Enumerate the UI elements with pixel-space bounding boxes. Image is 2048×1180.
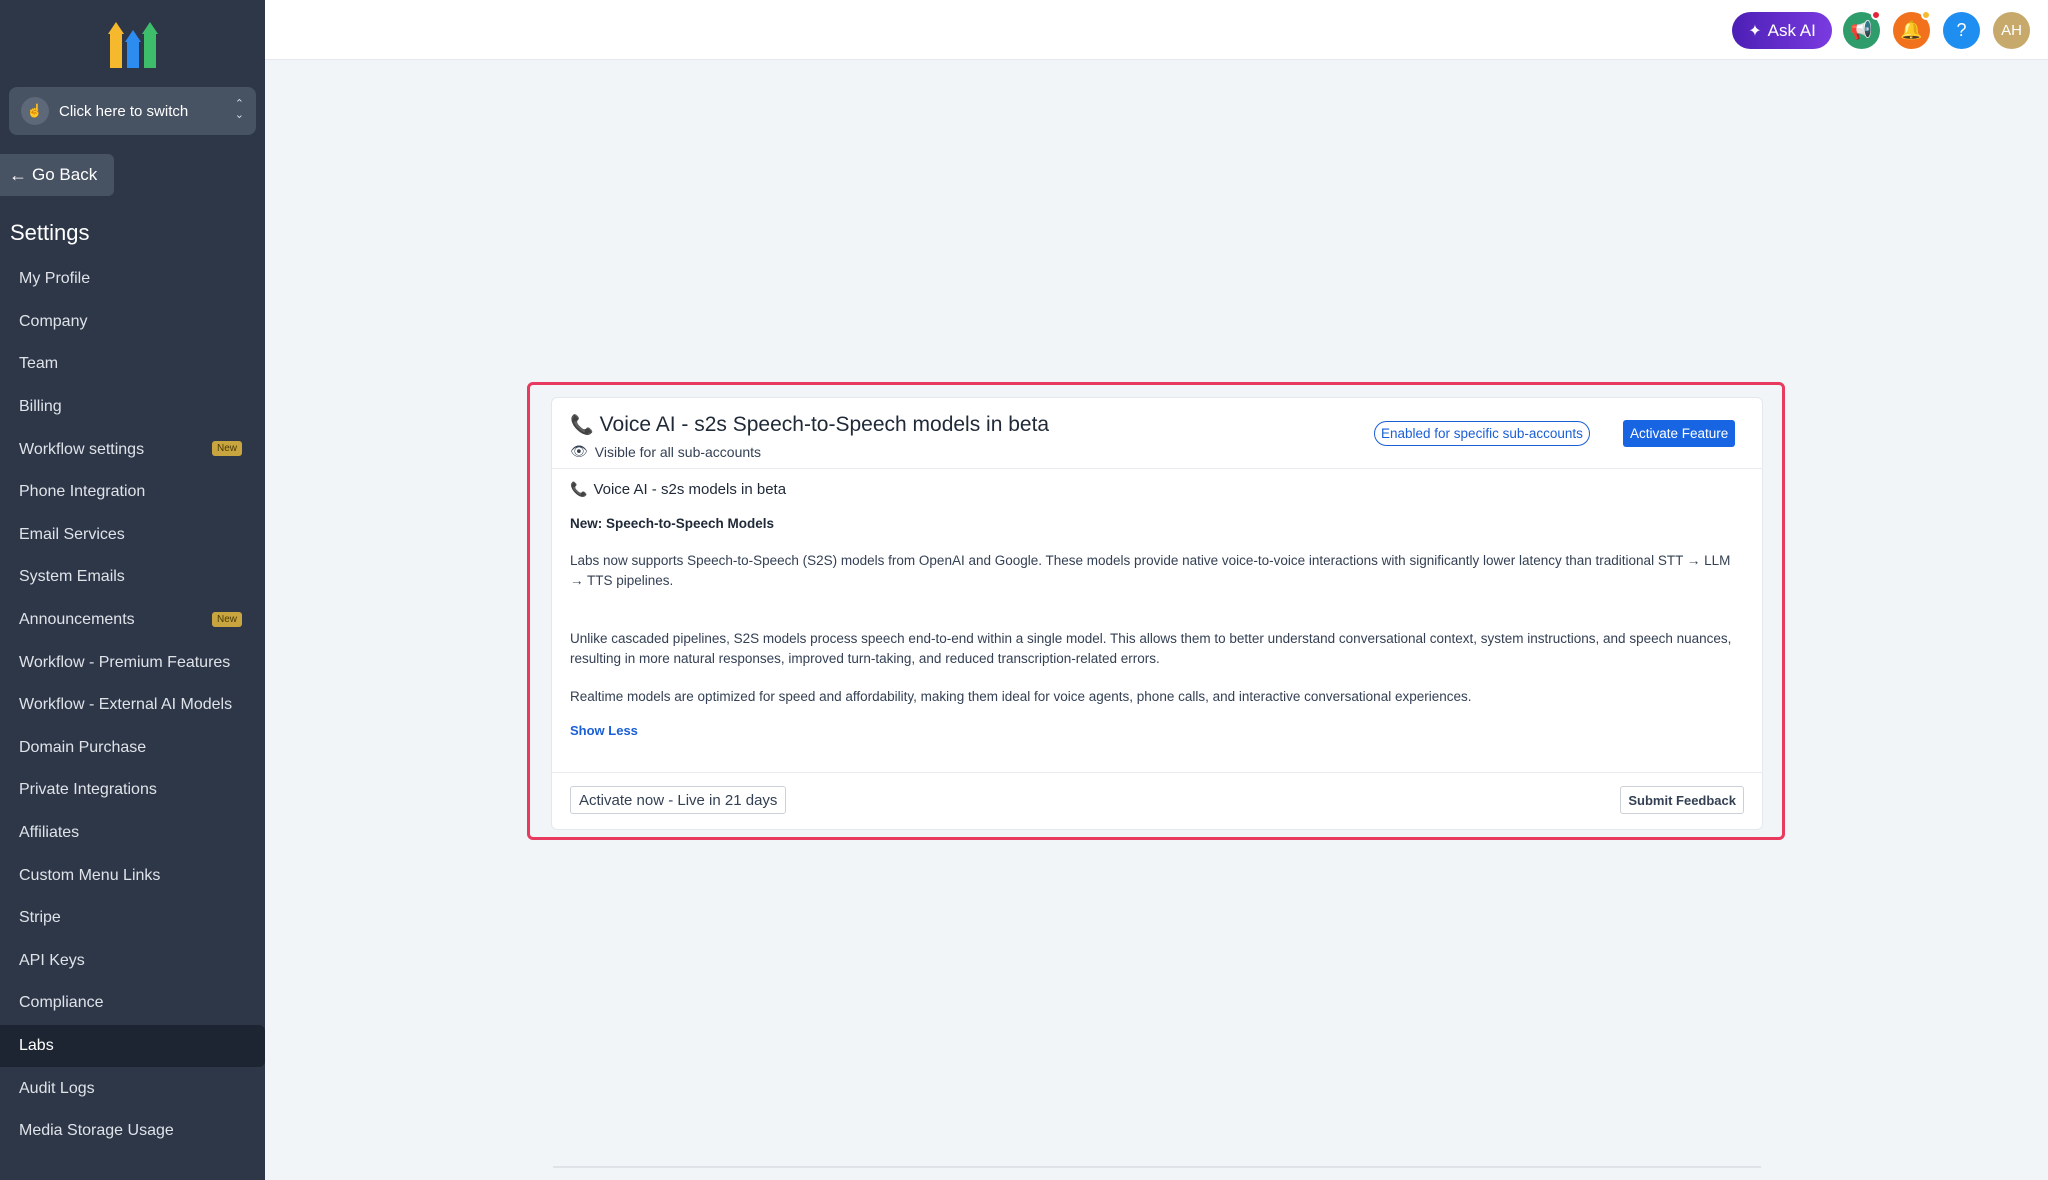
account-switcher[interactable]: ☝ Click here to switch ⌃ ⌄: [9, 87, 256, 135]
ask-ai-button[interactable]: ✦ Ask AI: [1732, 12, 1832, 49]
sidebar-item-label: Billing: [19, 398, 62, 416]
sidebar-item-label: Team: [19, 355, 59, 373]
settings-nav: My Profile Company Team Billing Workflow…: [0, 258, 265, 1152]
sidebar-item-label: Custom Menu Links: [19, 866, 161, 884]
sidebar-item-label: Announcements: [19, 611, 135, 629]
sidebar-item-label: Domain Purchase: [19, 738, 147, 756]
eye-icon: 👁: [570, 443, 588, 459]
sidebar-item-api-keys[interactable]: API Keys: [0, 940, 265, 983]
sidebar-item-company[interactable]: Company: [0, 301, 265, 344]
sidebar-item-label: API Keys: [19, 951, 85, 969]
divider: [553, 1166, 1761, 1168]
visibility-status: 👁 Visible for all sub-accounts: [570, 443, 761, 460]
sidebar-item-label: Media Storage Usage: [19, 1122, 174, 1140]
settings-title: Settings: [10, 220, 90, 245]
avatar-initials: AH: [2001, 22, 2022, 39]
sidebar-item-label: Workflow settings: [19, 440, 145, 458]
submit-feedback-button[interactable]: Submit Feedback: [1620, 786, 1744, 814]
sidebar-item-label: Workflow - External AI Models: [19, 696, 233, 714]
phone-icon: 📞: [570, 481, 588, 497]
sidebar-item-labs[interactable]: Labs: [0, 1024, 265, 1068]
card-header: 📞 Voice AI - s2s Speech-to-Speech models…: [552, 398, 1762, 469]
chevron-up-down-icon: ⌃ ⌄: [234, 98, 244, 121]
sidebar-item-label: Phone Integration: [19, 483, 146, 501]
sidebar-item-billing[interactable]: Billing: [0, 386, 265, 429]
sparkle-icon: ✦: [1748, 22, 1762, 40]
new-badge: New: [212, 441, 243, 457]
activate-now-button[interactable]: Activate now - Live in 21 days: [570, 786, 787, 814]
sidebar-item-label: System Emails: [19, 568, 125, 586]
feature-paragraph-3: Realtime models are optimized for speed …: [570, 689, 1472, 704]
card-footer: Activate now - Live in 21 days Submit Fe…: [552, 772, 1762, 830]
new-badge: New: [212, 611, 243, 627]
sidebar: ☝ Click here to switch ⌃ ⌄ ← Go Back Sett…: [0, 0, 265, 1180]
sidebar-item-email-services[interactable]: Email Services: [0, 514, 265, 557]
sidebar-item-label: My Profile: [19, 270, 91, 288]
visibility-text: Visible for all sub-accounts: [594, 443, 762, 460]
sidebar-item-label: Private Integrations: [19, 781, 157, 799]
feature-subtitle: 📞 Voice AI - s2s models in beta: [570, 481, 786, 498]
sidebar-item-private-integrations[interactable]: Private Integrations: [0, 769, 265, 812]
sidebar-item-label: Affiliates: [19, 824, 80, 842]
labs-feature-card: 📞 Voice AI - s2s Speech-to-Speech models…: [551, 397, 1763, 830]
sidebar-item-stripe[interactable]: Stripe: [0, 897, 265, 940]
sidebar-item-label: Compliance: [19, 994, 104, 1012]
sidebar-item-label: Workflow - Premium Features: [19, 653, 231, 671]
pointer-icon: ☝: [21, 97, 49, 125]
user-avatar[interactable]: AH: [1993, 12, 2030, 49]
help-button[interactable]: ?: [1943, 12, 1980, 49]
bell-icon: 🔔: [1900, 20, 1923, 40]
sidebar-item-custom-menu-links[interactable]: Custom Menu Links: [0, 854, 265, 897]
sidebar-item-label: Stripe: [19, 909, 61, 927]
sidebar-item-my-profile[interactable]: My Profile: [0, 258, 265, 301]
phone-icon: 📞: [570, 415, 594, 436]
show-less-link[interactable]: Show Less: [570, 723, 638, 738]
feature-title-text: Voice AI - s2s Speech-to-Speech models i…: [599, 413, 1050, 436]
feature-title: 📞 Voice AI - s2s Speech-to-Speech models…: [570, 413, 1049, 437]
sidebar-item-media-storage-usage[interactable]: Media Storage Usage: [0, 1110, 265, 1153]
activate-feature-button[interactable]: Activate Feature: [1623, 420, 1736, 447]
sidebar-item-label: Email Services: [19, 525, 125, 543]
sidebar-item-workflow-premium-features[interactable]: Workflow - Premium Features: [0, 641, 265, 684]
help-icon: ?: [1956, 20, 1967, 40]
sidebar-item-team[interactable]: Team: [0, 343, 265, 386]
sidebar-item-label: Company: [19, 312, 88, 330]
ask-ai-label: Ask AI: [1767, 20, 1816, 40]
sidebar-item-domain-purchase[interactable]: Domain Purchase: [0, 727, 265, 770]
feature-subtitle-text: Voice AI - s2s models in beta: [593, 481, 787, 498]
feature-paragraph-2: Unlike cascaded pipelines, S2S models pr…: [570, 631, 1732, 666]
arrow-left-icon: ←: [9, 164, 27, 185]
sidebar-item-system-emails[interactable]: System Emails: [0, 556, 265, 599]
notification-dot: [1871, 10, 1881, 20]
sidebar-item-workflow-external-ai-models[interactable]: Workflow - External AI Models: [0, 684, 265, 727]
sidebar-item-phone-integration[interactable]: Phone Integration: [0, 471, 265, 514]
sidebar-item-label: Labs: [19, 1036, 54, 1054]
card-body: 📞 Voice AI - s2s models in beta New: Spe…: [552, 469, 1762, 769]
sidebar-item-affiliates[interactable]: Affiliates: [0, 812, 265, 855]
enabled-status-pill[interactable]: Enabled for specific sub-accounts: [1374, 421, 1590, 446]
go-back-button[interactable]: ← Go Back: [0, 154, 114, 196]
megaphone-icon: 📢: [1850, 20, 1873, 40]
sidebar-item-compliance[interactable]: Compliance: [0, 982, 265, 1025]
notification-dot: [1921, 10, 1931, 20]
feature-heading: New: Speech-to-Speech Models: [570, 516, 775, 531]
sidebar-item-announcements[interactable]: Announcements New: [0, 599, 265, 642]
feature-paragraph-1: Labs now supports Speech-to-Speech (S2S)…: [570, 553, 1731, 588]
notifications-button[interactable]: 🔔: [1893, 10, 1931, 49]
switcher-label: Click here to switch: [59, 102, 189, 120]
go-back-label: Go Back: [32, 165, 98, 184]
announcements-button[interactable]: 📢: [1843, 10, 1881, 49]
sidebar-item-workflow-settings[interactable]: Workflow settings New: [0, 428, 265, 471]
sidebar-item-audit-logs[interactable]: Audit Logs: [0, 1067, 265, 1110]
app-logo[interactable]: [108, 20, 158, 68]
sidebar-item-label: Audit Logs: [19, 1079, 95, 1097]
